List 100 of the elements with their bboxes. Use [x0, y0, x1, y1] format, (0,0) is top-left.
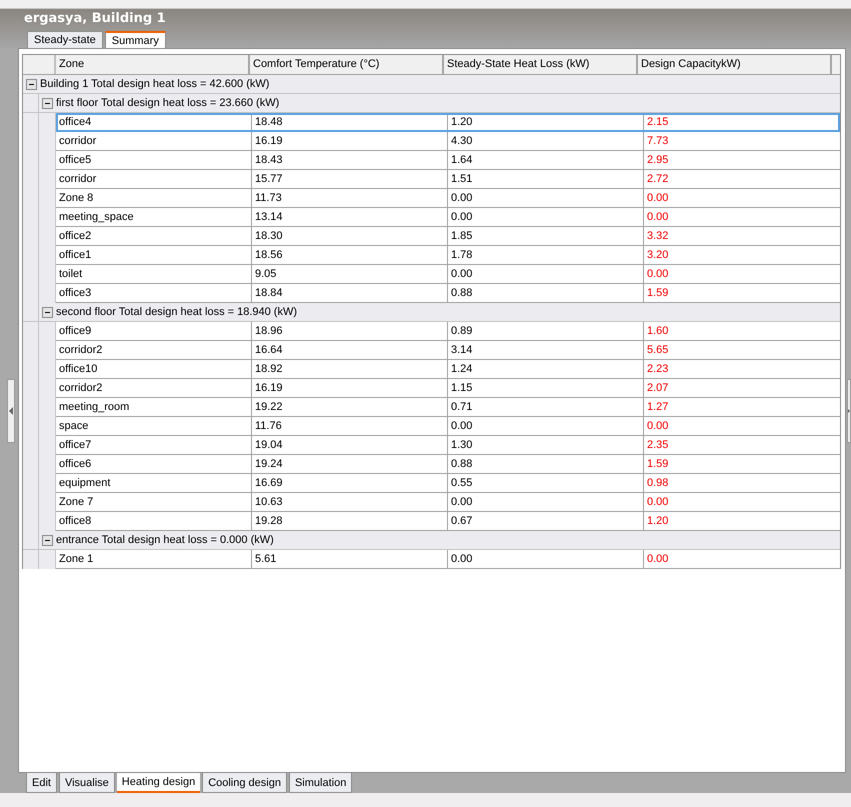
table-cell: office6 [56, 455, 252, 473]
table-cell: 1.64 [448, 151, 644, 169]
table-row[interactable]: Zone 8 11.73 0.00 0.00 [56, 189, 840, 208]
table-cell: 1.51 [448, 170, 644, 188]
table-cell: 0.00 [448, 265, 644, 283]
table-cell: Zone 8 [56, 189, 252, 207]
table-cell: corridor2 [56, 341, 252, 359]
table-cell: 0.00 [448, 493, 644, 511]
table-cell: equipment [56, 474, 252, 492]
mode-tab[interactable]: Heating design [116, 773, 200, 793]
table-row[interactable]: office7 19.04 1.30 2.35 [56, 436, 840, 455]
mode-tab[interactable]: Cooling design [202, 773, 287, 793]
table-cell-text: 0.00 [646, 552, 670, 567]
table-cell-text: 5.65 [646, 343, 670, 358]
table-cell-text: 1.59 [646, 286, 670, 301]
mode-tab[interactable]: Visualise [58, 773, 115, 793]
table-cell: office4 [56, 113, 252, 131]
table-cell: 0.89 [448, 322, 644, 340]
table-cell: Zone 7 [56, 493, 252, 511]
view-tab[interactable]: Steady-state [27, 31, 103, 48]
table-row[interactable]: meeting_space 13.14 0.00 0.00 [56, 208, 840, 227]
table-cell: 18.96 [252, 322, 448, 340]
table-cell: 19.24 [252, 455, 448, 473]
table-cell-text: 1.59 [646, 457, 670, 472]
table-cell: 0.00 [448, 189, 644, 207]
mode-tab[interactable]: Simulation [288, 773, 352, 793]
table-cell: 11.73 [252, 189, 448, 207]
table-cell: 9.05 [252, 265, 448, 283]
table-cell: 16.69 [252, 474, 448, 492]
table-row[interactable]: toilet 9.05 0.00 0.00 [56, 265, 840, 284]
table-cell: meeting_room [56, 398, 252, 416]
table-row[interactable]: corridor 16.19 4.30 7.73 [56, 132, 840, 151]
table-row[interactable]: space 11.76 0.00 0.00 [56, 417, 840, 436]
table-cell: 13.14 [252, 208, 448, 226]
table-cell-text: 0.98 [646, 476, 670, 491]
table-cell: office2 [56, 227, 252, 245]
table-cell-text: 3.20 [646, 248, 670, 263]
table-row[interactable]: office9 18.96 0.89 1.60 [56, 322, 840, 341]
collapse-icon[interactable] [42, 98, 53, 108]
table-cell: corridor [56, 170, 252, 188]
table-cell: office9 [56, 322, 252, 340]
table-cell: 0.88 [448, 284, 644, 302]
table-cell: 0.00 [448, 550, 644, 568]
table-cell: office1 [56, 246, 252, 264]
table-row[interactable]: office8 19.28 0.67 1.20 [56, 512, 840, 531]
view-tab[interactable]: Summary [104, 31, 166, 48]
table-cell: 16.64 [252, 341, 448, 359]
table-cell: 16.19 [252, 379, 448, 397]
table-cell: 0.88 [448, 455, 644, 473]
table-cell: office7 [56, 436, 252, 454]
table-row[interactable]: office5 18.43 1.64 2.95 [56, 151, 840, 170]
table-cell: 19.22 [252, 398, 448, 416]
table-cell: 18.84 [252, 284, 448, 302]
table-cell: 18.56 [252, 246, 448, 264]
table-cell: office8 [56, 512, 252, 530]
table-cell: 10.63 [252, 493, 448, 511]
table-cell: 5.61 [252, 550, 448, 568]
group-label: Building 1 Total design heat loss = 42.600 (kW) [40, 78, 270, 90]
table-row[interactable]: meeting_room 19.22 0.71 1.27 [56, 398, 840, 417]
collapse-icon[interactable] [42, 534, 53, 546]
table-cell-text: 0.00 [646, 210, 670, 225]
table-cell-text: 2.35 [646, 438, 670, 453]
table-cell: 18.43 [252, 151, 448, 169]
collapse-left-button[interactable] [7, 378, 15, 442]
table-cell: 0.67 [448, 512, 644, 530]
table-row[interactable]: equipment 16.69 0.55 0.98 [56, 474, 840, 493]
table-cell: 19.04 [252, 436, 448, 454]
table-row[interactable]: office10 18.92 1.24 2.23 [56, 360, 840, 379]
table-cell: 0.71 [448, 398, 644, 416]
table-cell-text: 0.00 [646, 419, 670, 434]
table-row[interactable]: Zone 7 10.63 0.00 0.00 [56, 493, 840, 512]
table-row[interactable]: corridor2 16.64 3.14 5.65 [56, 341, 840, 360]
table-row[interactable]: corridor 15.77 1.51 2.72 [56, 170, 840, 189]
table-row[interactable]: office6 19.24 0.88 1.59 [56, 455, 840, 474]
table-cell-text: 7.73 [646, 134, 670, 149]
table-cell: 11.76 [252, 417, 448, 435]
table-cell-text: 3.32 [646, 229, 670, 244]
table-cell: toilet [56, 265, 252, 283]
table-cell: 18.92 [252, 360, 448, 378]
table-row[interactable]: corridor2 16.19 1.15 2.07 [56, 379, 840, 398]
table-cell: 1.24 [448, 360, 644, 378]
mode-tab[interactable]: Edit [26, 773, 57, 793]
group-label: entrance Total design heat loss = 0.000 (kW) [56, 534, 274, 546]
table-cell: 3.14 [448, 341, 644, 359]
group-label: first floor Total design heat loss = 23.660 (kW) [56, 97, 280, 109]
table-row[interactable]: office1 18.56 1.78 3.20 [56, 246, 840, 265]
table-row[interactable]: office3 18.84 0.88 1.59 [56, 284, 840, 303]
table-cell: 1.85 [448, 227, 644, 245]
collapse-icon[interactable] [26, 78, 37, 90]
table-cell-text: 2.95 [646, 153, 670, 168]
table-cell-text: 1.20 [646, 514, 670, 529]
table-cell-text: 2.15 [646, 115, 670, 130]
table-row[interactable]: office2 18.30 1.85 3.32 [56, 227, 840, 246]
table-cell: 1.30 [448, 436, 644, 454]
table-cell: 1.20 [448, 113, 644, 131]
collapse-icon[interactable] [42, 306, 53, 318]
table-cell: 19.28 [252, 512, 448, 530]
table-row[interactable]: office4 18.48 1.20 2.15 [56, 113, 840, 132]
table-cell: 1.15 [448, 379, 644, 397]
table-cell: 18.30 [252, 227, 448, 245]
